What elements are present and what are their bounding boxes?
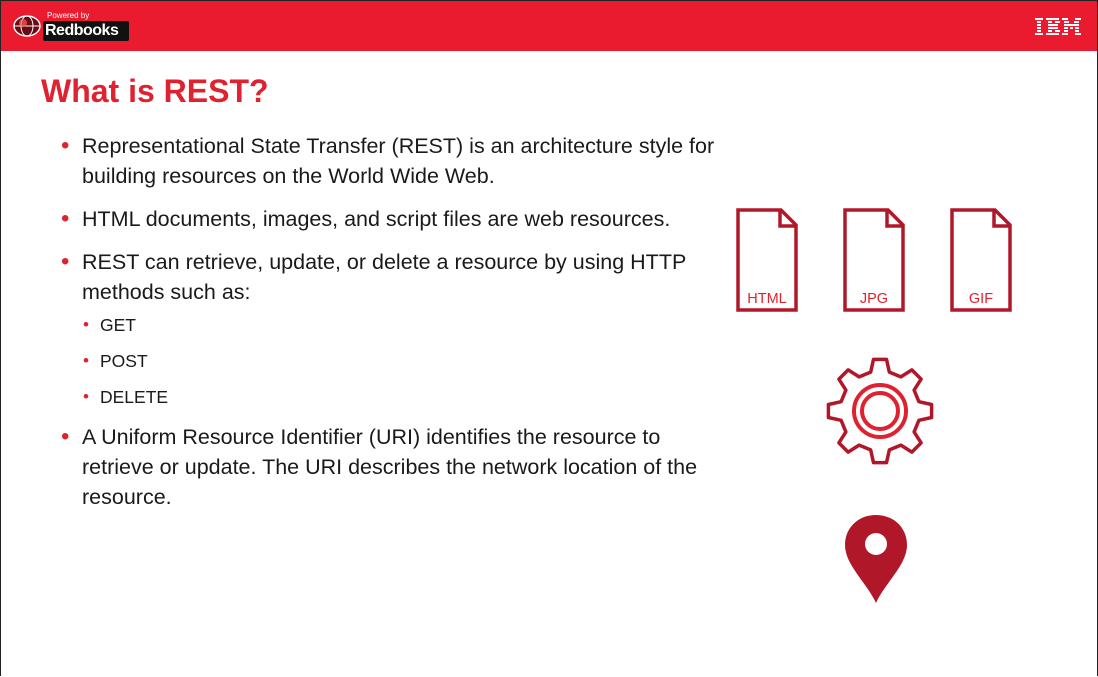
bullet-item: REST can retrieve, update, or delete a r… <box>57 247 717 409</box>
bullet-text: REST can retrieve, update, or delete a r… <box>82 250 686 304</box>
logo-powered-by: Powered by <box>47 11 90 20</box>
bullet-item: A Uniform Resource Identifier (URI) iden… <box>57 422 717 512</box>
file-label: GIF <box>968 291 994 307</box>
slide-title: What is REST? <box>41 73 269 109</box>
html-file-icon: HTML <box>735 207 799 313</box>
sub-bullet-item: POST <box>82 349 717 373</box>
bullet-list: Representational State Transfer (REST) i… <box>57 131 717 525</box>
gear-icon <box>826 357 934 465</box>
sub-bullet-item: DELETE <box>82 385 717 409</box>
sub-bullet-list: GET POST DELETE <box>82 313 717 409</box>
redbooks-logo: Powered by Redbooks <box>9 6 134 42</box>
file-label: HTML <box>747 291 787 307</box>
jpg-file-icon: JPG <box>842 207 906 313</box>
bullet-item: Representational State Transfer (REST) i… <box>57 131 717 191</box>
ibm-logo <box>1035 18 1081 35</box>
location-pin-icon <box>845 515 907 603</box>
gif-file-icon: GIF <box>949 207 1013 313</box>
bullet-item: HTML documents, images, and script files… <box>57 204 717 234</box>
slide: Powered by Redbooks What is REST? • Repr… <box>0 0 1098 676</box>
globe-icon <box>13 15 41 37</box>
logo-brand: Redbooks <box>45 22 119 39</box>
file-label: JPG <box>859 291 889 307</box>
gear-outline <box>826 357 934 465</box>
header-bar: Powered by Redbooks <box>1 1 1097 51</box>
sub-bullet-item: GET <box>82 313 717 337</box>
